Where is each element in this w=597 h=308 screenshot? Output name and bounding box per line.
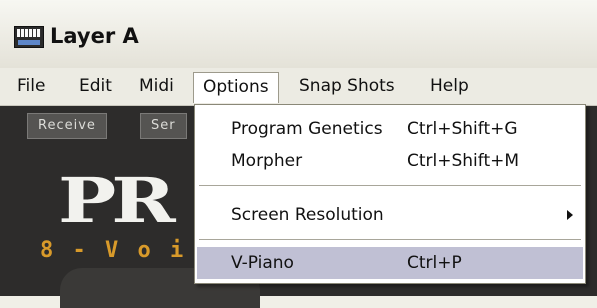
menu-help[interactable]: Help — [421, 72, 478, 101]
menu-item-shortcut: Ctrl+Shift+G — [407, 119, 518, 139]
menu-edit[interactable]: Edit — [70, 72, 121, 101]
menu-options-label: Options — [203, 77, 269, 97]
menu-edit-label: Edit — [79, 76, 112, 96]
menu-separator — [199, 185, 581, 186]
menu-snap-shots[interactable]: Snap Shots — [290, 72, 404, 101]
application-window: Layer A File Edit Midi Options Snap Shot… — [0, 0, 597, 308]
menu-item-label: Screen Resolution — [231, 205, 384, 225]
menu-separator — [199, 239, 581, 240]
menu-file[interactable]: File — [8, 72, 54, 101]
menu-snap-shots-label: Snap Shots — [299, 76, 395, 96]
menu-options[interactable]: Options — [193, 72, 279, 103]
product-logo: PR — [58, 164, 176, 237]
menu-item-v-piano[interactable]: V-Piano Ctrl+P — [197, 247, 583, 279]
menu-item-shortcut: Ctrl+P — [407, 253, 462, 273]
menu-bar: File Edit Midi Options Snap Shots Help — [0, 68, 597, 106]
title-bar[interactable]: Layer A — [0, 0, 597, 69]
menu-help-label: Help — [430, 76, 469, 96]
menu-item-screen-resolution[interactable]: Screen Resolution — [197, 199, 583, 231]
menu-item-morpher[interactable]: Morpher Ctrl+Shift+M — [197, 145, 583, 177]
submenu-arrow-icon — [567, 210, 573, 220]
menu-midi[interactable]: Midi — [130, 72, 183, 101]
keyboard-synth-icon — [14, 26, 44, 48]
menu-item-label: Program Genetics — [231, 119, 383, 139]
menu-item-shortcut: Ctrl+Shift+M — [407, 151, 520, 171]
keyboard-keys — [17, 29, 41, 37]
receive-button[interactable]: Receive — [27, 113, 107, 139]
menu-midi-label: Midi — [139, 76, 174, 96]
keyboard-base — [18, 40, 40, 45]
menu-item-label: Morpher — [231, 151, 303, 171]
options-dropdown-menu: Program Genetics Ctrl+Shift+G Morpher Ct… — [194, 104, 586, 284]
product-subtitle: 8 - V o i c — [40, 238, 219, 263]
window-title: Layer A — [50, 24, 139, 48]
menu-item-program-genetics[interactable]: Program Genetics Ctrl+Shift+G — [197, 113, 583, 145]
send-button[interactable]: Ser — [140, 113, 187, 139]
menu-file-label: File — [17, 76, 46, 96]
menu-item-label: V-Piano — [231, 253, 294, 273]
